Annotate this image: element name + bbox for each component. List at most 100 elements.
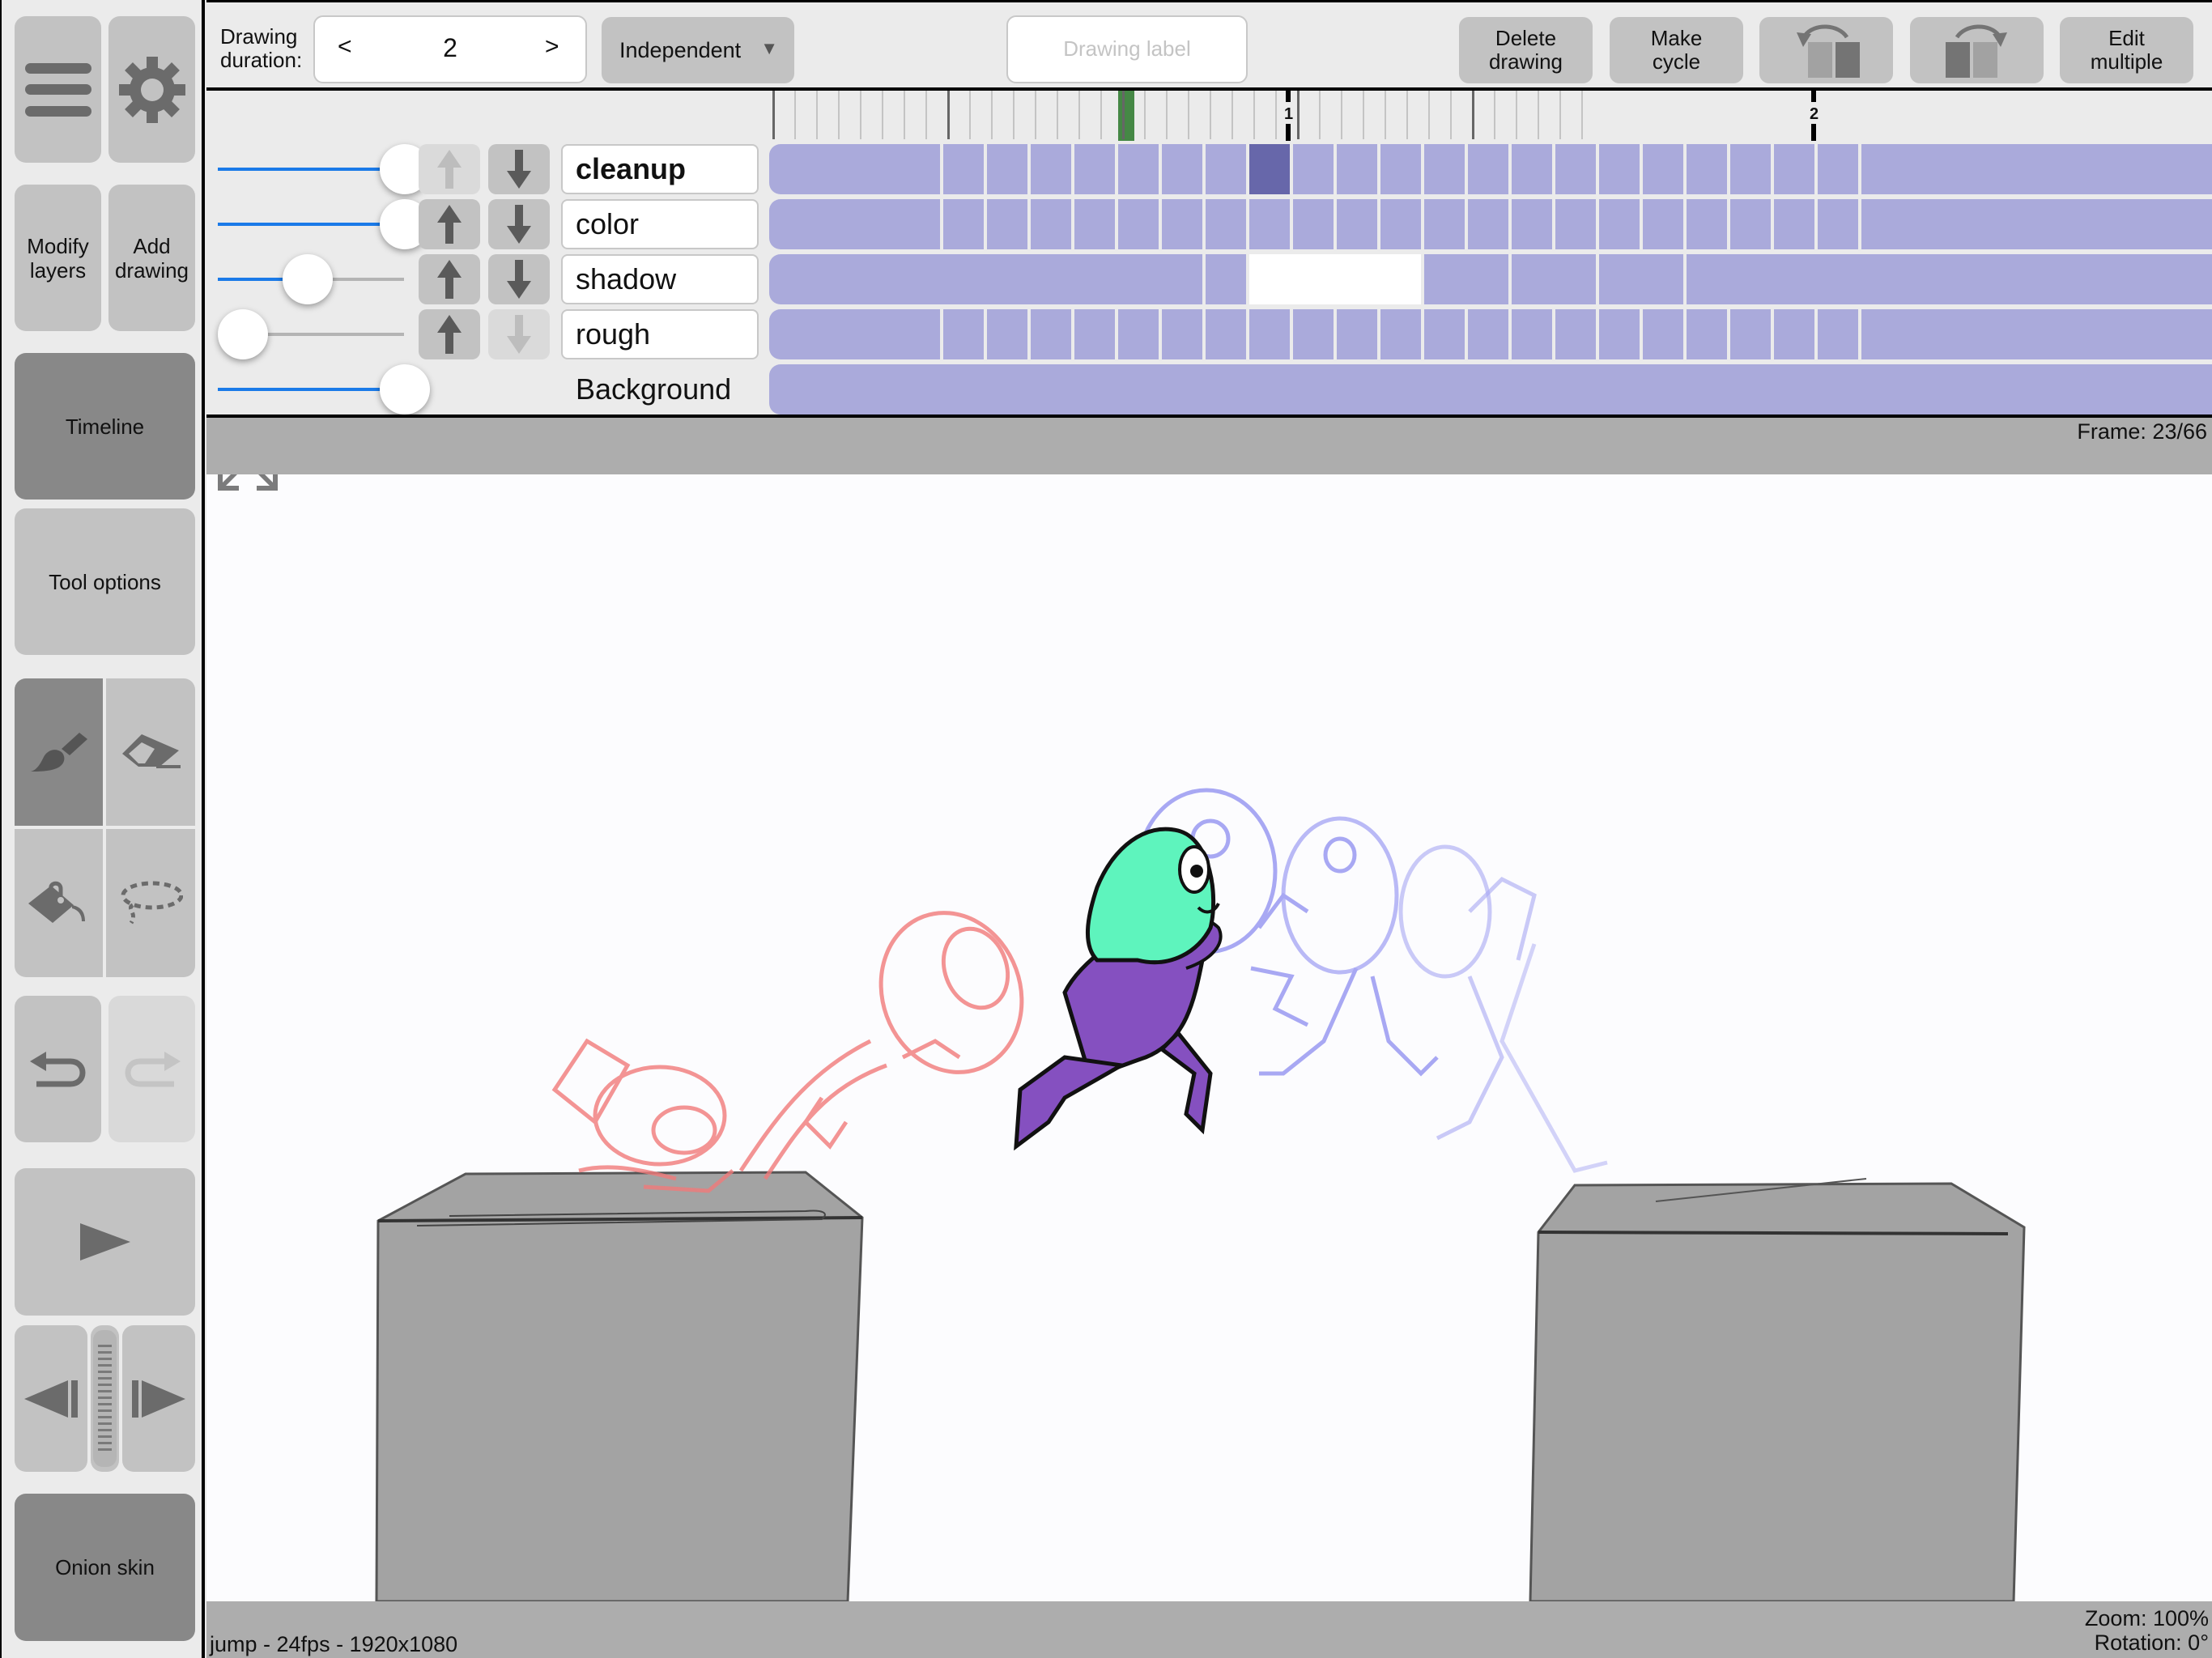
timeline-cell[interactable] xyxy=(769,364,2212,414)
play-button[interactable] xyxy=(15,1168,195,1316)
timeline-cell[interactable] xyxy=(1293,199,1334,249)
timeline-cell[interactable] xyxy=(1643,144,1683,194)
move-layer-down-button[interactable] xyxy=(488,254,550,304)
timeline-cell[interactable] xyxy=(1774,144,1814,194)
timeline-cell[interactable] xyxy=(943,199,984,249)
timeline-cell[interactable] xyxy=(1730,199,1771,249)
move-layer-up-button[interactable] xyxy=(419,309,480,359)
timeline-empty-cell[interactable] xyxy=(1249,254,1421,304)
undo-button[interactable] xyxy=(15,996,101,1142)
timeline-cell[interactable] xyxy=(1643,199,1683,249)
timeline-cell[interactable] xyxy=(1424,309,1465,359)
timeline-cell[interactable] xyxy=(1293,144,1334,194)
timeline-cell[interactable] xyxy=(769,144,940,194)
lasso-tool-button[interactable] xyxy=(106,829,195,977)
eraser-tool-button[interactable] xyxy=(106,678,195,826)
timeline-button[interactable]: Timeline xyxy=(15,353,195,500)
timeline-cell[interactable] xyxy=(1818,309,1858,359)
timeline-cell[interactable] xyxy=(1861,309,2212,359)
timeline-cell[interactable] xyxy=(1687,199,1727,249)
timeline-cell[interactable] xyxy=(1424,199,1465,249)
timeline-cell[interactable] xyxy=(1074,309,1115,359)
timeline-cell[interactable] xyxy=(1599,199,1640,249)
timeline-cell[interactable] xyxy=(1337,199,1377,249)
timeline-cell[interactable] xyxy=(1206,144,1246,194)
move-layer-down-button[interactable] xyxy=(488,309,550,359)
timeline-cell[interactable] xyxy=(1818,144,1858,194)
layer-opacity-slider[interactable] xyxy=(218,199,430,249)
timeline-cell[interactable] xyxy=(1118,144,1159,194)
layer-opacity-slider[interactable] xyxy=(218,309,416,359)
frame-scrubber[interactable] xyxy=(91,1325,119,1472)
timeline-cell[interactable] xyxy=(1774,199,1814,249)
timeline-cell[interactable] xyxy=(1468,199,1508,249)
timeline-cell[interactable] xyxy=(943,309,984,359)
timeline-cell[interactable] xyxy=(1162,309,1202,359)
layer-opacity-slider[interactable] xyxy=(218,144,430,194)
timeline-cell[interactable] xyxy=(1249,199,1290,249)
add-drawing-button[interactable]: Add drawing xyxy=(108,185,195,331)
timeline-cell[interactable] xyxy=(1512,309,1552,359)
timeline-cell[interactable] xyxy=(769,254,1202,304)
timeline-cell[interactable] xyxy=(1599,309,1640,359)
delete-drawing-button[interactable]: Delete drawing xyxy=(1459,17,1593,83)
modify-layers-button[interactable]: Modify layers xyxy=(15,185,101,331)
timeline-cell[interactable] xyxy=(1555,144,1596,194)
fullscreen-toggle-button[interactable] xyxy=(215,429,280,494)
timeline-cell[interactable] xyxy=(1818,199,1858,249)
timeline-cell[interactable] xyxy=(1555,309,1596,359)
timeline-ruler[interactable]: 12 xyxy=(769,91,2212,141)
previous-frame-button[interactable] xyxy=(15,1325,87,1472)
timeline-cell[interactable] xyxy=(1380,199,1421,249)
layer-opacity-slider[interactable] xyxy=(218,364,430,414)
timeline-cell[interactable] xyxy=(1512,254,1596,304)
menu-button[interactable] xyxy=(15,16,101,163)
timeline-cell[interactable] xyxy=(1380,144,1421,194)
duration-increment-button[interactable]: > xyxy=(545,33,559,61)
timeline-cell[interactable] xyxy=(987,309,1027,359)
timeline-cell[interactable] xyxy=(1687,254,2212,304)
timeline-cell[interactable] xyxy=(1031,309,1071,359)
slider-knob[interactable] xyxy=(283,254,333,304)
timeline-cell[interactable] xyxy=(1031,144,1071,194)
timeline-cell[interactable] xyxy=(1031,199,1071,249)
timeline-cell[interactable] xyxy=(1337,309,1377,359)
timeline-cell[interactable] xyxy=(1468,144,1508,194)
timeline-cell[interactable] xyxy=(1206,254,1246,304)
move-layer-up-button[interactable] xyxy=(419,199,480,249)
fill-tool-button[interactable] xyxy=(15,829,103,977)
slider-knob[interactable] xyxy=(218,309,268,359)
move-layer-down-button[interactable] xyxy=(488,199,550,249)
timeline-cell[interactable] xyxy=(1730,309,1771,359)
timeline-cell[interactable] xyxy=(1861,199,2212,249)
timeline-cell[interactable] xyxy=(1687,144,1727,194)
timeline-cell[interactable] xyxy=(1730,144,1771,194)
tool-options-button[interactable]: Tool options xyxy=(15,508,195,655)
timeline-cell[interactable] xyxy=(1555,199,1596,249)
drawing-label-input[interactable]: Drawing label xyxy=(1006,15,1248,83)
layer-name-field[interactable]: cleanup xyxy=(561,144,759,194)
layer-name-field[interactable]: shadow xyxy=(561,254,759,304)
timeline-cell[interactable] xyxy=(987,199,1027,249)
timeline-cell[interactable] xyxy=(1599,144,1640,194)
timeline-cell[interactable] xyxy=(769,199,940,249)
onion-skin-button[interactable]: Onion skin xyxy=(15,1494,195,1641)
timeline-cell[interactable] xyxy=(1512,199,1552,249)
timeline-cell[interactable] xyxy=(1337,144,1377,194)
layer-name-field[interactable]: rough xyxy=(561,309,759,359)
timeline-cell[interactable] xyxy=(1512,144,1552,194)
move-layer-up-button[interactable] xyxy=(419,254,480,304)
timeline-cell[interactable] xyxy=(1249,309,1290,359)
timeline-cell[interactable] xyxy=(1424,144,1465,194)
timeline-cell[interactable] xyxy=(1118,309,1159,359)
layer-name-field[interactable]: color xyxy=(561,199,759,249)
timeline-cell[interactable] xyxy=(1162,199,1202,249)
drawing-mode-dropdown[interactable]: Independent ▼ xyxy=(602,17,794,83)
move-drawing-right-button[interactable] xyxy=(1910,17,2044,83)
slider-knob[interactable] xyxy=(380,364,430,414)
timeline-cell[interactable] xyxy=(987,144,1027,194)
timeline-cell[interactable] xyxy=(1468,309,1508,359)
timeline-cell[interactable] xyxy=(1118,199,1159,249)
move-layer-down-button[interactable] xyxy=(488,144,550,194)
timeline-cell[interactable] xyxy=(1643,309,1683,359)
